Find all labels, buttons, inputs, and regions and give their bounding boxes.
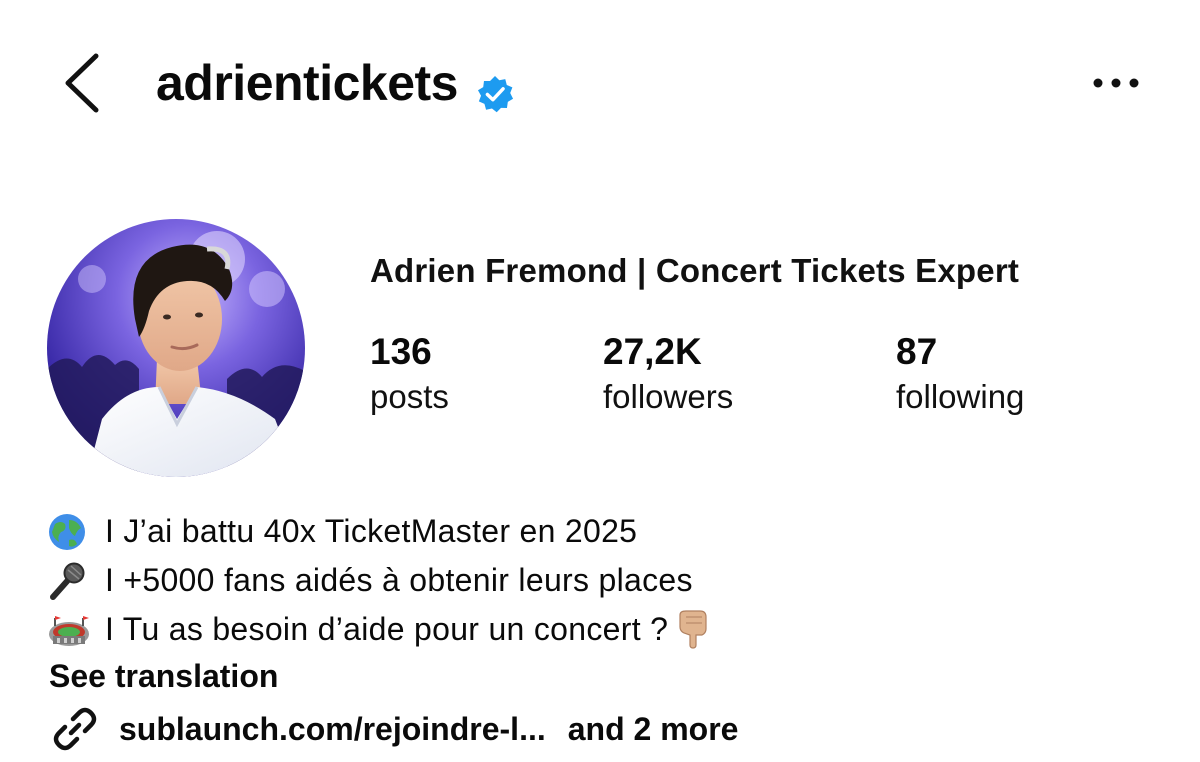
more-options-button[interactable] <box>1088 66 1144 100</box>
posts-stat[interactable]: 136 posts <box>370 330 449 420</box>
profile-username: adrientickets <box>156 52 514 114</box>
chevron-left-icon <box>65 53 99 113</box>
username-text: adrientickets <box>156 55 458 111</box>
globe-emoji-icon <box>47 512 93 550</box>
posts-label: posts <box>370 378 449 415</box>
pointing-down-emoji-icon <box>676 609 710 649</box>
posts-count: 136 <box>370 331 432 372</box>
profile-full-name: Adrien Fremond | Concert Tickets Expert <box>370 252 1020 289</box>
bio-text: I J’ai battu 40x TicketMaster en 2025 <box>105 513 638 549</box>
followers-label: followers <box>603 378 734 415</box>
following-count: 87 <box>896 331 938 372</box>
following-stat[interactable]: 87 following <box>896 330 1024 420</box>
profile-screen: adrientickets Adrien Fremond | Concert T… <box>0 0 1200 762</box>
more-links-button[interactable]: and 2 more <box>568 711 739 748</box>
verified-badge-icon <box>476 65 514 113</box>
bio-text: I Tu as besoin d’aide pour un concert ? <box>105 611 669 647</box>
external-links-row: sublaunch.com/rejoindre-l... and 2 more <box>49 704 738 754</box>
avatar[interactable] <box>47 219 305 477</box>
microphone-emoji-icon <box>47 561 93 600</box>
bio-line: I +5000 fans aidés à obtenir leurs place… <box>47 560 693 600</box>
stadium-emoji-icon <box>47 610 93 648</box>
bio-line: I J’ai battu 40x TicketMaster en 2025 <box>47 511 637 551</box>
profile-photo <box>47 219 305 477</box>
bio-line: I Tu as besoin d’aide pour un concert ? <box>47 609 710 649</box>
following-label: following <box>896 378 1025 415</box>
link-icon <box>53 707 97 751</box>
bio-text: I +5000 fans aidés à obtenir leurs place… <box>105 562 693 598</box>
followers-stat[interactable]: 27,2K followers <box>603 330 733 420</box>
external-link[interactable]: sublaunch.com/rejoindre-l... <box>119 711 546 748</box>
see-translation-link[interactable]: See translation <box>49 656 278 696</box>
followers-count: 27,2K <box>603 331 702 372</box>
back-button[interactable] <box>58 50 106 116</box>
ellipsis-icon <box>1093 78 1139 88</box>
